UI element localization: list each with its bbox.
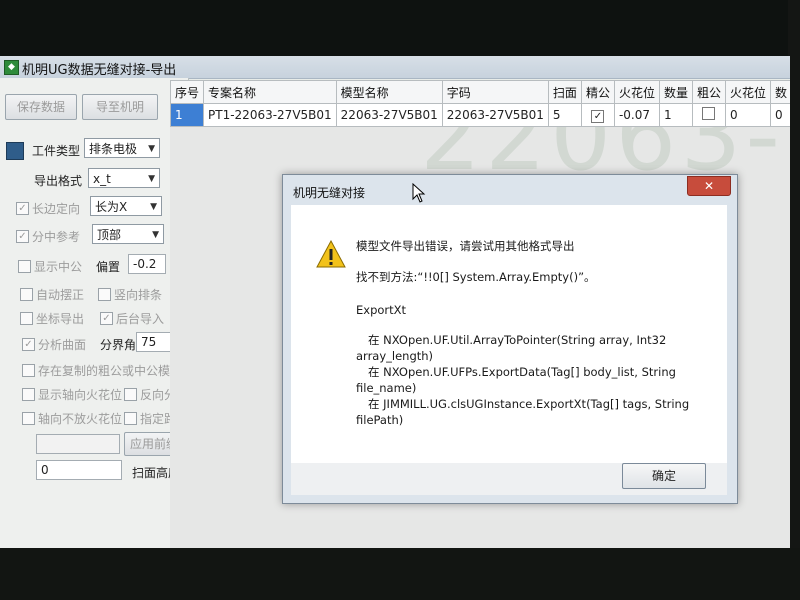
vertical-sort-label: 竖向排条 — [114, 288, 163, 302]
ok-button[interactable]: 确定 — [622, 463, 706, 489]
show-axis-spark-label: 显示轴向火花位 — [38, 388, 123, 402]
data-grid: 序号 专案名称 模型名称 字码 扫面 精公 火花位 数量 粗公 火花位数 1 PT1-22063-… — [169, 80, 790, 127]
floppy-save-icon[interactable] — [6, 142, 24, 160]
show-center-checkbox[interactable] — [18, 260, 31, 273]
keep-copy-label: 存在复制的粗公或中公模型 — [38, 364, 183, 378]
cell-qty[interactable]: 1 — [658, 103, 693, 127]
trace-line-3a: 在 JIMMILL.UG.clsUGInstance.ExportXt(Tag[… — [368, 397, 690, 411]
cell-code[interactable]: 22063-27V5B01 — [441, 103, 549, 127]
export-format-value: x_t — [93, 172, 111, 186]
trace-line-1b: array_length) — [356, 349, 434, 363]
auto-correct-label: 自动摆正 — [36, 288, 85, 302]
cell-model-name[interactable]: 22063-27V5B01 — [335, 103, 443, 127]
prefix-input[interactable] — [36, 434, 120, 454]
window-title: 机明UG数据无缝对接-导出 — [22, 63, 177, 78]
analyze-surface-label: 分析曲面 — [38, 338, 87, 352]
save-data-button[interactable]: 保存数据 — [5, 94, 77, 120]
checkbox-checked-icon[interactable]: ✓ — [591, 109, 605, 123]
grid-column-header[interactable]: 字码 — [441, 80, 549, 104]
dialog-title: 机明无缝对接 — [293, 186, 366, 200]
chevron-down-icon: ▼ — [148, 174, 155, 184]
cell-scan[interactable]: 5 — [547, 103, 582, 127]
vertical-sort-checkbox[interactable] — [98, 288, 111, 301]
split-ref-label: 分中参考 — [32, 230, 81, 244]
scan-height-input[interactable]: 0 — [36, 460, 122, 480]
dialog-heading: 模型文件导出错误，请尝试用其他格式导出 — [356, 239, 575, 253]
settings-panel: 保存数据 导至机明 工件类型 排条电极 ▼ 导出格式 x_t ▼ ✓ 长边定向 长为… — [0, 78, 189, 550]
cell-index[interactable]: 1 — [169, 103, 205, 127]
method-not-found-text: 找不到方法:“!!0[] System.Array.Empty()”。 — [356, 270, 596, 284]
split-ref-select[interactable]: 顶部 ▼ — [92, 224, 164, 244]
export-format-label: 导出格式 — [34, 174, 83, 188]
specify-path-checkbox[interactable] — [124, 412, 137, 425]
cell-rough-checkbox[interactable] — [691, 103, 727, 127]
boundary-angle-stepper[interactable]: 75 — [136, 332, 174, 352]
backend-import-label: 后台导入 — [116, 312, 165, 326]
split-ref-checkbox[interactable]: ✓ — [16, 230, 29, 243]
section-exportxt: ExportXt — [356, 303, 407, 317]
split-ref-value: 顶部 — [97, 228, 122, 242]
trace-line-2a: 在 NXOpen.UF.UFPs.ExportData(Tag[] body_l… — [368, 365, 676, 379]
part-type-value: 排条电极 — [89, 142, 138, 156]
cell-finish-checkbox[interactable]: ✓ — [580, 103, 615, 127]
keep-copy-checkbox[interactable] — [22, 364, 35, 377]
window-titlebar: ◆ 机明UG数据无缝对接-导出 — [0, 56, 790, 79]
long-edge-value: 长为X — [95, 200, 128, 214]
coord-export-checkbox[interactable] — [20, 312, 33, 325]
monitor-bezel-top — [0, 0, 800, 58]
part-type-label: 工件类型 — [32, 144, 81, 158]
monitor-bezel-bottom — [0, 548, 800, 600]
backend-import-checkbox[interactable]: ✓ — [100, 312, 113, 325]
cell-qty2[interactable]: 0 — [770, 103, 790, 127]
grid-column-header[interactable]: 数量 — [658, 80, 693, 104]
cell-finish-spark[interactable]: -0.07 — [613, 103, 660, 127]
export-to-jiming-button[interactable]: 导至机明 — [82, 94, 158, 120]
show-axis-spark-checkbox[interactable] — [22, 388, 35, 401]
boundary-angle-value: 75 — [141, 335, 157, 349]
checkbox-unchecked-icon[interactable] — [702, 107, 716, 120]
coord-export-label: 坐标导出 — [36, 312, 85, 326]
cell-project-name[interactable]: PT1-22063-27V5B01 — [203, 103, 337, 127]
trace-line-1a: 在 NXOpen.UF.Util.ArrayToPointer(String a… — [368, 333, 667, 347]
auto-correct-checkbox[interactable] — [20, 288, 33, 301]
grid-column-header[interactable]: 粗公 — [691, 80, 727, 104]
grid-column-header[interactable]: 专案名称 — [203, 80, 337, 104]
analyze-surface-checkbox[interactable]: ✓ — [22, 338, 35, 351]
warning-icon — [316, 240, 346, 268]
chevron-down-icon: ▼ — [150, 202, 157, 212]
trace-line-3b: filePath) — [356, 413, 404, 427]
export-format-select[interactable]: x_t ▼ — [88, 168, 160, 188]
axis-no-spark-label: 轴向不放火花位 — [38, 412, 123, 426]
grid-column-header[interactable]: 序号 — [169, 80, 205, 104]
app-icon: ◆ — [4, 60, 19, 75]
grid-column-header[interactable]: 火花位 — [724, 80, 772, 104]
grid-column-header[interactable]: 数 — [770, 80, 790, 104]
trace-line-2b: file_name) — [356, 381, 417, 395]
mouse-pointer-icon — [412, 183, 426, 203]
close-icon[interactable]: ✕ — [687, 176, 731, 196]
long-edge-checkbox[interactable]: ✓ — [16, 202, 29, 215]
long-edge-label: 长边定向 — [32, 202, 81, 216]
grid-column-header[interactable]: 扫面 — [547, 80, 582, 104]
long-edge-select[interactable]: 长为X ▼ — [90, 196, 162, 216]
boundary-angle-label: 分界角 — [100, 338, 137, 352]
reverse-center-checkbox[interactable] — [124, 388, 137, 401]
grid-column-header[interactable]: 精公 — [580, 80, 615, 104]
chevron-down-icon: ▼ — [148, 144, 155, 154]
table-row[interactable]: 1 PT1-22063-27V5B01 22063-27V5B01 22063-… — [169, 103, 790, 127]
part-type-select[interactable]: 排条电极 ▼ — [84, 138, 160, 158]
grid-header-row: 序号 专案名称 模型名称 字码 扫面 精公 火花位 数量 粗公 火花位数 — [169, 80, 790, 104]
cell-rough-spark[interactable]: 0 — [724, 103, 772, 127]
axis-no-spark-checkbox[interactable] — [22, 412, 35, 425]
show-center-label: 显示中公 — [34, 260, 83, 274]
grid-column-header[interactable]: 模型名称 — [335, 80, 443, 104]
grid-column-header[interactable]: 火花位 — [613, 80, 660, 104]
offset-input[interactable]: -0.2 — [128, 254, 166, 274]
offset-label: 偏置 — [96, 260, 121, 274]
chevron-down-icon: ▼ — [152, 230, 159, 240]
